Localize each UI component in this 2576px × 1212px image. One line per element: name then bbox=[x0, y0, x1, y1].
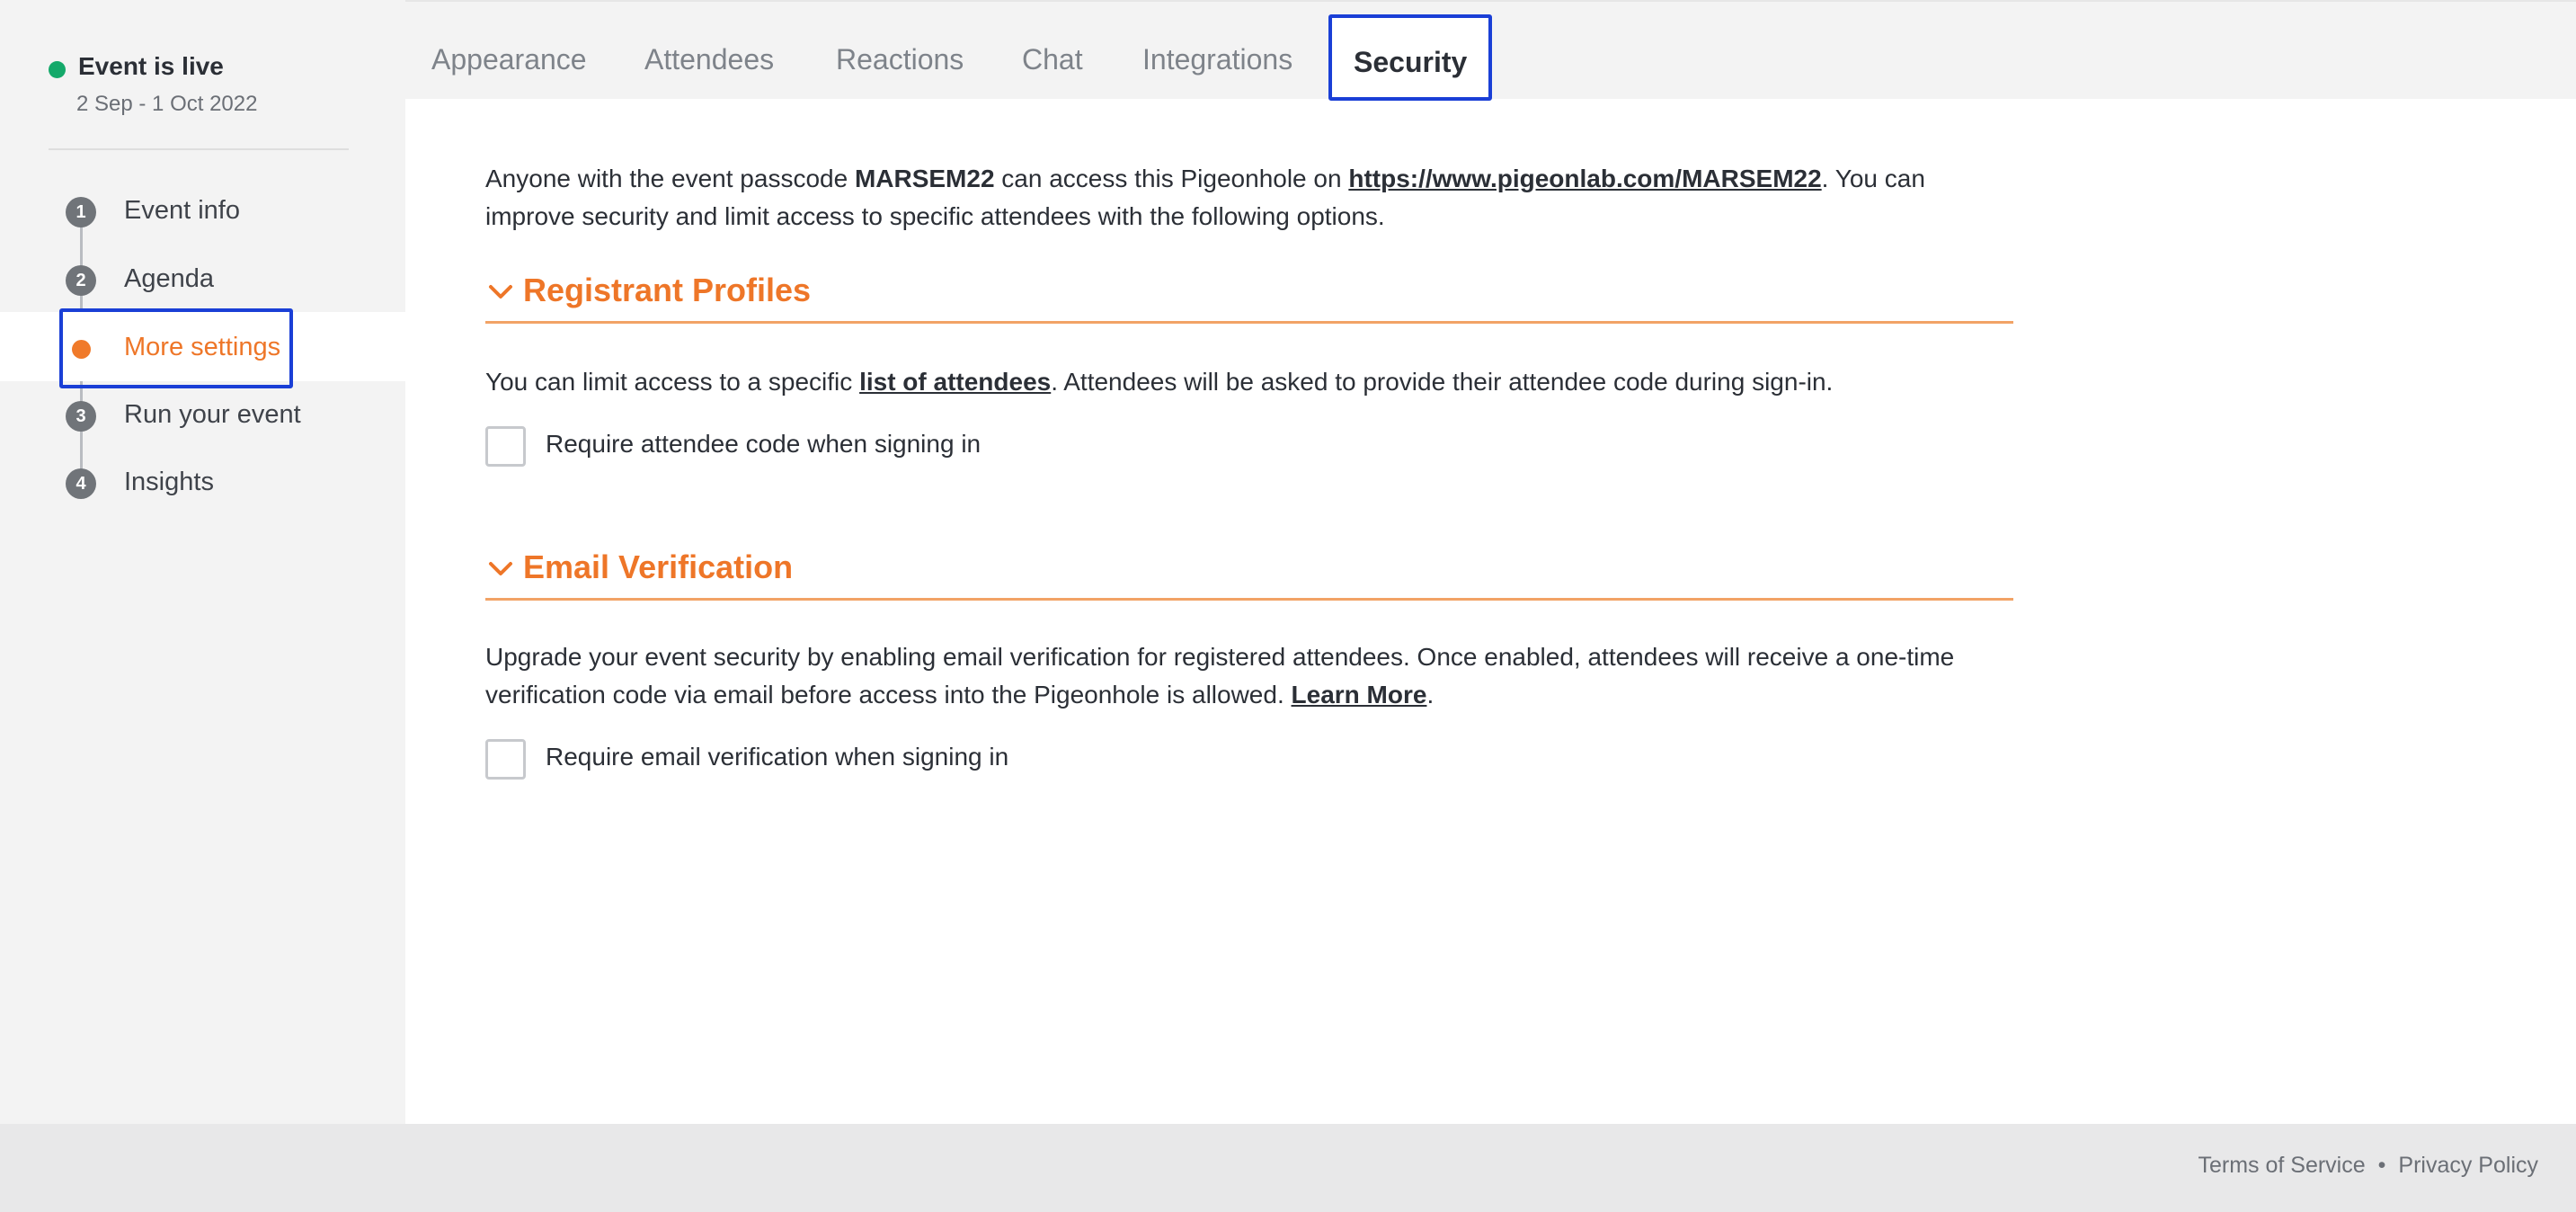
event-passcode: MARSEM22 bbox=[854, 165, 995, 192]
sidebar-divider bbox=[49, 148, 349, 150]
sidebar-item-run-your-event[interactable]: 3 Run your event bbox=[0, 388, 405, 441]
privacy-policy-link[interactable]: Privacy Policy bbox=[2398, 1153, 2538, 1178]
section-title: Email Verification bbox=[523, 548, 794, 585]
checkbox-label: Require attendee code when signing in bbox=[546, 430, 982, 458]
tab-integrations[interactable]: Integrations bbox=[1142, 2, 1292, 101]
settings-tab-bar: Appearance Attendees Reactions Chat Inte… bbox=[405, 0, 2576, 101]
terms-of-service-link[interactable]: Terms of Service bbox=[2198, 1153, 2365, 1178]
description-text-part: . Attendees will be asked to provide the… bbox=[1051, 368, 1834, 396]
sidebar-item-label: More settings bbox=[124, 333, 281, 361]
email-verification-description: Upgrade your event security by enabling … bbox=[485, 638, 2013, 714]
tab-reactions[interactable]: Reactions bbox=[836, 2, 964, 101]
learn-more-link[interactable]: Learn More bbox=[1292, 681, 1427, 708]
footer: Terms of Service • Privacy Policy bbox=[0, 1124, 2576, 1212]
sidebar-item-label: Event info bbox=[124, 196, 240, 225]
description-text-part: You can limit access to a specific bbox=[485, 368, 860, 396]
step-number-badge: 3 bbox=[66, 401, 96, 432]
intro-text-part: Anyone with the event passcode bbox=[485, 165, 855, 192]
security-intro-text: Anyone with the event passcode MARSEM22 … bbox=[485, 160, 2013, 236]
step-number-badge: 4 bbox=[66, 468, 96, 499]
footer-links: Terms of Service • Privacy Policy bbox=[2198, 1153, 2538, 1179]
section-title: Registrant Profiles bbox=[523, 272, 812, 308]
step-number-badge: 1 bbox=[66, 197, 96, 227]
registrant-profiles-header[interactable]: Registrant Profiles bbox=[485, 272, 2013, 324]
checkbox-label: Require email verification when signing … bbox=[546, 743, 1009, 771]
sidebar-item-insights[interactable]: 4 Insights bbox=[0, 455, 405, 509]
sidebar-item-label: Agenda bbox=[124, 264, 214, 293]
chevron-down-icon bbox=[489, 285, 512, 299]
tab-security[interactable]: Security bbox=[1328, 14, 1493, 101]
event-date-range: 2 Sep - 1 Oct 2022 bbox=[76, 92, 258, 116]
sidebar-item-label: Run your event bbox=[124, 400, 301, 429]
tab-attendees[interactable]: Attendees bbox=[644, 2, 774, 101]
sidebar: Event is live 2 Sep - 1 Oct 2022 1 Event… bbox=[0, 0, 405, 1124]
chevron-down-icon bbox=[489, 562, 512, 575]
list-of-attendees-link[interactable]: list of attendees bbox=[859, 368, 1051, 396]
sidebar-item-more-settings[interactable]: More settings bbox=[0, 320, 405, 374]
description-text-part: Upgrade your event security by enabling … bbox=[485, 643, 1955, 708]
intro-text-part: can access this Pigeonhole on bbox=[994, 165, 1349, 192]
tab-appearance[interactable]: Appearance bbox=[431, 2, 587, 101]
registrant-profiles-description: You can limit access to a specific list … bbox=[485, 363, 2013, 401]
require-attendee-code-checkbox[interactable] bbox=[485, 426, 526, 467]
sidebar-item-event-info[interactable]: 1 Event info bbox=[0, 183, 405, 237]
event-status-label: Event is live bbox=[78, 52, 224, 80]
require-email-verification-checkbox[interactable] bbox=[485, 739, 526, 780]
active-step-dot bbox=[72, 340, 91, 359]
description-text-part: . bbox=[1426, 681, 1435, 708]
step-number-badge: 2 bbox=[66, 265, 96, 296]
footer-separator: • bbox=[2377, 1153, 2386, 1178]
email-verification-header[interactable]: Email Verification bbox=[485, 548, 2013, 601]
sidebar-item-label: Insights bbox=[124, 468, 214, 496]
tab-chat[interactable]: Chat bbox=[1022, 2, 1083, 101]
event-url-link[interactable]: https://www.pigeonlab.com/MARSEM22 bbox=[1348, 165, 1821, 192]
sidebar-item-agenda[interactable]: 2 Agenda bbox=[0, 252, 405, 306]
live-status-dot bbox=[49, 61, 66, 78]
